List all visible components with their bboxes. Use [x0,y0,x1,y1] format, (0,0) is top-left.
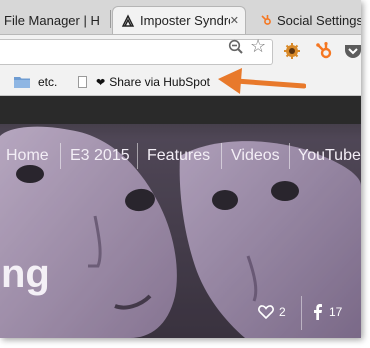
hubspot-sprocket-icon[interactable] [314,41,334,61]
zoom-icon[interactable] [228,39,244,60]
nav-features[interactable]: Features [147,147,210,165]
tab-title: File Manager | H [4,12,100,28]
nav-videos[interactable]: Videos [231,147,280,165]
nav-divider [289,143,290,169]
hero-heading: ng [1,252,50,296]
nav-youtube[interactable]: YouTube [298,147,361,165]
page-icon [78,76,87,88]
browser-window: File Manager | H Imposter Syndro ✕ Socia… [0,0,361,338]
nav-divider [60,143,61,169]
nav-home[interactable]: Home [6,147,49,165]
likes-count: 2 [279,305,286,319]
bookmark-folder-etc[interactable]: etc. [14,73,57,91]
bookmark-share-via-hubspot[interactable]: ❤ Share via HubSpot [78,73,210,91]
toolbar: ☆ [0,35,361,69]
tab-file-manager[interactable]: File Manager | H [0,6,112,34]
facebook-share[interactable]: 17 [314,302,342,322]
annotation-arrow [218,68,306,94]
tab-title: Imposter Syndro [140,13,230,28]
folder-icon [14,76,30,88]
likes-counter[interactable]: 2 [258,302,286,322]
masks-hero-image [0,96,361,338]
nav-divider [137,143,138,169]
bookmarks-bar: etc. ❤ Share via HubSpot [0,69,361,96]
pocket-icon[interactable] [343,41,361,61]
heart-icon [258,305,274,319]
tab-social-settings[interactable]: Social Settings [252,6,361,34]
nav-e3-2015[interactable]: E3 2015 [70,147,130,165]
social-divider [301,296,302,330]
close-tab-icon[interactable]: ✕ [230,14,239,27]
bookmark-label: etc. [38,75,58,89]
site-navigation: Home E3 2015 Features Videos YouTube [0,143,361,169]
tab-imposter-syndrome[interactable]: Imposter Syndro ✕ [112,6,246,34]
hubspot-icon [260,14,272,26]
facebook-count: 17 [329,305,343,319]
tab-title: Social Settings [277,12,361,28]
facebook-icon [314,304,322,320]
tab-strip: File Manager | H Imposter Syndro ✕ Socia… [0,0,361,35]
web-page: Home E3 2015 Features Videos YouTube ng … [0,96,361,338]
bookmark-star-icon[interactable]: ☆ [250,37,266,55]
nav-divider [221,143,222,169]
heart-icon: ❤ [96,76,106,89]
bookmark-label: Share via HubSpot [109,75,210,89]
extension-icon[interactable] [282,41,302,61]
site-favicon-icon [121,13,135,28]
tab-separator [110,10,111,28]
